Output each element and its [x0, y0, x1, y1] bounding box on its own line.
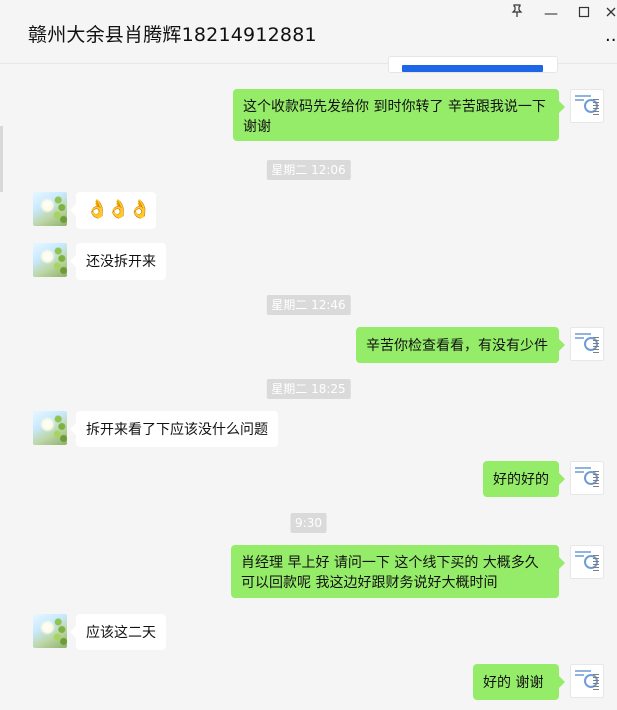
- self-avatar[interactable]: [570, 327, 604, 361]
- contact-avatar[interactable]: [33, 614, 67, 648]
- close-icon[interactable]: [600, 3, 617, 25]
- avatar-line: [575, 95, 591, 97]
- contact-avatar[interactable]: [33, 192, 67, 226]
- contact-avatar[interactable]: [33, 243, 67, 277]
- maximize-icon[interactable]: [573, 3, 595, 25]
- chat-title: 赣州大余县肖腾辉18214912881: [28, 24, 317, 46]
- avatar-leaves: [51, 616, 67, 646]
- message-bubble-self[interactable]: 好的 谢谢: [473, 664, 565, 700]
- message-bubble-contact[interactable]: 还没拆开来: [70, 243, 166, 280]
- link-bar: [402, 65, 543, 72]
- title-bar: 赣州大余县肖腾辉18214912881 — ..: [0, 0, 617, 64]
- avatar-line: [575, 333, 591, 335]
- scrollbar[interactable]: [0, 126, 3, 192]
- message-bubble-self[interactable]: 好的好的: [483, 461, 565, 497]
- pin-icon[interactable]: [506, 3, 528, 25]
- timestamp: 9:30: [290, 513, 327, 533]
- avatar-leaves: [51, 413, 67, 443]
- avatar-line: [575, 670, 591, 672]
- chat-window: 赣州大余县肖腾辉18214912881 — .. 这个收款码先发给你 到时你转了…: [0, 0, 617, 710]
- avatar-line: [575, 551, 591, 553]
- message-bubble-self[interactable]: 肖经理 早上好 请问一下 这个线下买的 大概多久可以回款呢 我这边好跟财务说好大…: [231, 545, 565, 598]
- message-bubble-self[interactable]: 这个收款码先发给你 到时你转了 辛苦跟我说一下 谢谢: [233, 89, 565, 141]
- avatar-line: [575, 337, 584, 339]
- timestamp: 星期二 12:06: [266, 160, 351, 180]
- message-bubble-contact[interactable]: 拆开来看了下应该没什么问题: [70, 411, 278, 447]
- avatar-line: [575, 467, 591, 469]
- avatar-leaves: [51, 245, 67, 275]
- timestamp: 星期二 18:25: [266, 379, 351, 399]
- self-avatar[interactable]: [570, 664, 604, 698]
- avatar-dots: [593, 337, 599, 353]
- avatar-line: [575, 555, 584, 557]
- avatar-line: [575, 99, 584, 101]
- message-bubble-self[interactable]: 辛苦你检查看看，有没有少件: [356, 327, 565, 363]
- self-avatar[interactable]: [570, 461, 604, 495]
- avatar-line: [575, 674, 584, 676]
- pin-icon: [511, 4, 523, 17]
- self-avatar[interactable]: [570, 545, 604, 579]
- close-icon: [606, 7, 616, 17]
- minimize-icon[interactable]: —: [540, 3, 562, 25]
- link-card[interactable]: [388, 56, 558, 73]
- timestamp: 星期二 12:46: [266, 295, 351, 315]
- avatar-leaves: [51, 194, 67, 224]
- avatar-dots: [593, 99, 599, 115]
- self-avatar[interactable]: [570, 89, 604, 123]
- avatar-dots: [593, 674, 599, 690]
- contact-avatar[interactable]: [33, 411, 67, 445]
- message-bubble-contact[interactable]: 应该这二天: [70, 614, 166, 650]
- more-icon[interactable]: ..: [605, 31, 617, 51]
- maximize-icon: [578, 6, 590, 18]
- message-bubble-contact[interactable]: 👌👌👌: [70, 192, 156, 229]
- avatar-dots: [593, 471, 599, 487]
- avatar-line: [575, 471, 584, 473]
- avatar-dots: [593, 555, 599, 571]
